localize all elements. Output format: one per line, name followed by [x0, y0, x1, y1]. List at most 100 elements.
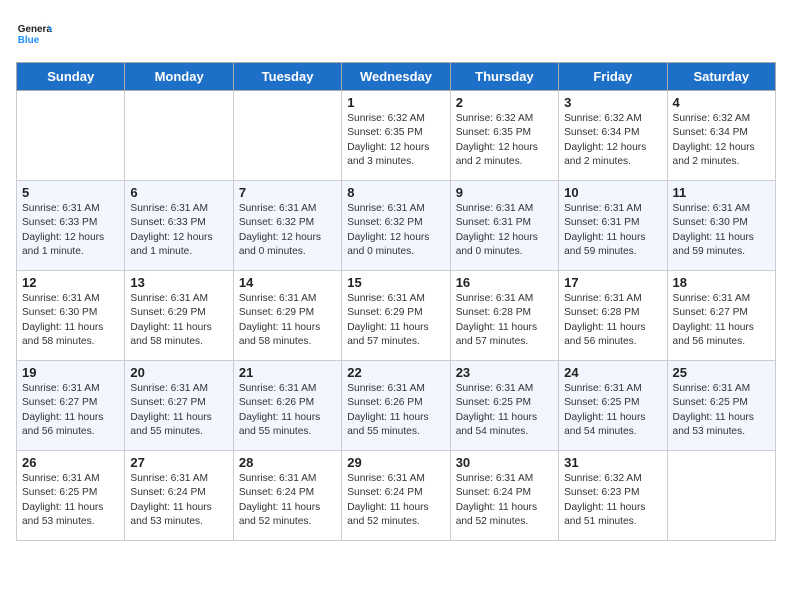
day-number: 12	[22, 275, 119, 290]
calendar-cell	[17, 91, 125, 181]
day-info: Sunrise: 6:31 AM Sunset: 6:33 PM Dayligh…	[130, 202, 227, 259]
calendar-cell: 24Sunrise: 6:31 AM Sunset: 6:25 PM Dayli…	[559, 361, 667, 451]
day-number: 2	[456, 95, 553, 110]
svg-text:Blue: Blue	[18, 35, 40, 46]
day-info: Sunrise: 6:31 AM Sunset: 6:32 PM Dayligh…	[239, 202, 336, 259]
day-info: Sunrise: 6:31 AM Sunset: 6:31 PM Dayligh…	[564, 202, 661, 259]
calendar-cell: 27 Sunrise: 6:31 AM Sunset: 6:24 PM Dayli…	[125, 451, 233, 541]
day-number: 25	[673, 365, 770, 380]
day-number: 1	[347, 95, 444, 110]
day-header-sunday: Sunday	[17, 63, 125, 91]
day-number: 9	[456, 185, 553, 200]
day-info: Sunrise: 6:31 AM Sunset: 6:25 PM Dayligh…	[673, 382, 770, 439]
day-info: Sunrise: 6:32 AM Sunset: 6:34 PM Dayligh…	[673, 112, 770, 169]
day-number: 16	[456, 275, 553, 290]
day-number: 10	[564, 185, 661, 200]
calendar-cell: 12Sunrise: 6:31 AM Sunset: 6:30 PM Dayli…	[17, 271, 125, 361]
day-number: 31	[564, 455, 661, 470]
calendar-cell	[233, 91, 341, 181]
day-info: Sunrise: 6:32 AM Sunset: 6:34 PM Dayligh…	[564, 112, 661, 169]
day-info: Sunrise: 6:32 AM Sunset: 6:35 PM Dayligh…	[456, 112, 553, 169]
calendar-cell: 16 Sunrise: 6:31 AM Sunset: 6:28 PM Dayli…	[450, 271, 558, 361]
day-number: 28	[239, 455, 336, 470]
day-number: 18	[673, 275, 770, 290]
calendar-cell: 13 Sunrise: 6:31 AM Sunset: 6:29 PM Dayli…	[125, 271, 233, 361]
calendar-cell: 30 Sunrise: 6:31 AM Sunset: 6:24 PM Dayli…	[450, 451, 558, 541]
day-header-tuesday: Tuesday	[233, 63, 341, 91]
day-number: 27	[130, 455, 227, 470]
calendar-cell: 5 Sunrise: 6:31 AM Sunset: 6:33 PM Daylig…	[17, 181, 125, 271]
svg-text:General: General	[18, 24, 52, 35]
day-info: Sunrise: 6:31 AM Sunset: 6:27 PM Dayligh…	[22, 382, 119, 439]
calendar-cell: 6 Sunrise: 6:31 AM Sunset: 6:33 PM Daylig…	[125, 181, 233, 271]
day-info: Sunrise: 6:31 AM Sunset: 6:28 PM Dayligh…	[456, 292, 553, 349]
day-number: 15	[347, 275, 444, 290]
calendar-cell: 7 Sunrise: 6:31 AM Sunset: 6:32 PM Daylig…	[233, 181, 341, 271]
calendar-cell	[667, 451, 775, 541]
calendar-cell: 8Sunrise: 6:31 AM Sunset: 6:32 PM Daylig…	[342, 181, 450, 271]
day-info: Sunrise: 6:31 AM Sunset: 6:31 PM Dayligh…	[456, 202, 553, 259]
day-number: 14	[239, 275, 336, 290]
day-number: 4	[673, 95, 770, 110]
day-header-saturday: Saturday	[667, 63, 775, 91]
day-header-wednesday: Wednesday	[342, 63, 450, 91]
calendar-cell: 11 Sunrise: 6:31 AM Sunset: 6:30 PM Dayli…	[667, 181, 775, 271]
day-number: 24	[564, 365, 661, 380]
calendar-week-row: 26 Sunrise: 6:31 AM Sunset: 6:25 PM Dayli…	[17, 451, 776, 541]
day-info: Sunrise: 6:31 AM Sunset: 6:26 PM Dayligh…	[239, 382, 336, 439]
day-number: 11	[673, 185, 770, 200]
calendar-cell: 19Sunrise: 6:31 AM Sunset: 6:27 PM Dayli…	[17, 361, 125, 451]
day-number: 26	[22, 455, 119, 470]
day-header-thursday: Thursday	[450, 63, 558, 91]
day-info: Sunrise: 6:31 AM Sunset: 6:33 PM Dayligh…	[22, 202, 119, 259]
day-info: Sunrise: 6:31 AM Sunset: 6:24 PM Dayligh…	[456, 472, 553, 529]
general-blue-logo-icon: General Blue	[16, 16, 52, 52]
day-info: Sunrise: 6:31 AM Sunset: 6:27 PM Dayligh…	[130, 382, 227, 439]
calendar-cell: 31 Sunrise: 6:32 AM Sunset: 6:23 PM Dayli…	[559, 451, 667, 541]
calendar-cell: 18 Sunrise: 6:31 AM Sunset: 6:27 PM Dayli…	[667, 271, 775, 361]
day-header-friday: Friday	[559, 63, 667, 91]
day-info: Sunrise: 6:31 AM Sunset: 6:28 PM Dayligh…	[564, 292, 661, 349]
page-header: General Blue	[16, 16, 776, 52]
day-number: 17	[564, 275, 661, 290]
day-info: Sunrise: 6:31 AM Sunset: 6:29 PM Dayligh…	[239, 292, 336, 349]
calendar-cell: 4 Sunrise: 6:32 AM Sunset: 6:34 PM Daylig…	[667, 91, 775, 181]
day-info: Sunrise: 6:31 AM Sunset: 6:29 PM Dayligh…	[347, 292, 444, 349]
calendar-cell	[125, 91, 233, 181]
calendar-cell: 20 Sunrise: 6:31 AM Sunset: 6:27 PM Dayli…	[125, 361, 233, 451]
day-info: Sunrise: 6:31 AM Sunset: 6:29 PM Dayligh…	[130, 292, 227, 349]
day-info: Sunrise: 6:31 AM Sunset: 6:30 PM Dayligh…	[673, 202, 770, 259]
day-info: Sunrise: 6:31 AM Sunset: 6:24 PM Dayligh…	[130, 472, 227, 529]
day-number: 22	[347, 365, 444, 380]
calendar-cell: 2 Sunrise: 6:32 AM Sunset: 6:35 PM Daylig…	[450, 91, 558, 181]
calendar-cell: 17 Sunrise: 6:31 AM Sunset: 6:28 PM Dayli…	[559, 271, 667, 361]
logo: General Blue	[16, 16, 52, 52]
day-number: 30	[456, 455, 553, 470]
calendar-cell: 23Sunrise: 6:31 AM Sunset: 6:25 PM Dayli…	[450, 361, 558, 451]
day-header-monday: Monday	[125, 63, 233, 91]
calendar-week-row: 12Sunrise: 6:31 AM Sunset: 6:30 PM Dayli…	[17, 271, 776, 361]
calendar-cell: 1 Sunrise: 6:32 AM Sunset: 6:35 PM Daylig…	[342, 91, 450, 181]
day-info: Sunrise: 6:32 AM Sunset: 6:35 PM Dayligh…	[347, 112, 444, 169]
day-info: Sunrise: 6:31 AM Sunset: 6:26 PM Dayligh…	[347, 382, 444, 439]
calendar-week-row: 5 Sunrise: 6:31 AM Sunset: 6:33 PM Daylig…	[17, 181, 776, 271]
day-info: Sunrise: 6:32 AM Sunset: 6:23 PM Dayligh…	[564, 472, 661, 529]
day-number: 6	[130, 185, 227, 200]
calendar-cell: 22 Sunrise: 6:31 AM Sunset: 6:26 PM Dayli…	[342, 361, 450, 451]
calendar-week-row: 1 Sunrise: 6:32 AM Sunset: 6:35 PM Daylig…	[17, 91, 776, 181]
day-info: Sunrise: 6:31 AM Sunset: 6:25 PM Dayligh…	[22, 472, 119, 529]
day-number: 13	[130, 275, 227, 290]
day-info: Sunrise: 6:31 AM Sunset: 6:27 PM Dayligh…	[673, 292, 770, 349]
day-number: 21	[239, 365, 336, 380]
calendar-cell: 14 Sunrise: 6:31 AM Sunset: 6:29 PM Dayli…	[233, 271, 341, 361]
calendar-cell: 3Sunrise: 6:32 AM Sunset: 6:34 PM Daylig…	[559, 91, 667, 181]
day-number: 20	[130, 365, 227, 380]
calendar-cell: 9 Sunrise: 6:31 AM Sunset: 6:31 PM Daylig…	[450, 181, 558, 271]
day-info: Sunrise: 6:31 AM Sunset: 6:24 PM Dayligh…	[347, 472, 444, 529]
day-number: 23	[456, 365, 553, 380]
day-number: 7	[239, 185, 336, 200]
day-info: Sunrise: 6:31 AM Sunset: 6:32 PM Dayligh…	[347, 202, 444, 259]
day-info: Sunrise: 6:31 AM Sunset: 6:24 PM Dayligh…	[239, 472, 336, 529]
day-number: 29	[347, 455, 444, 470]
day-number: 5	[22, 185, 119, 200]
